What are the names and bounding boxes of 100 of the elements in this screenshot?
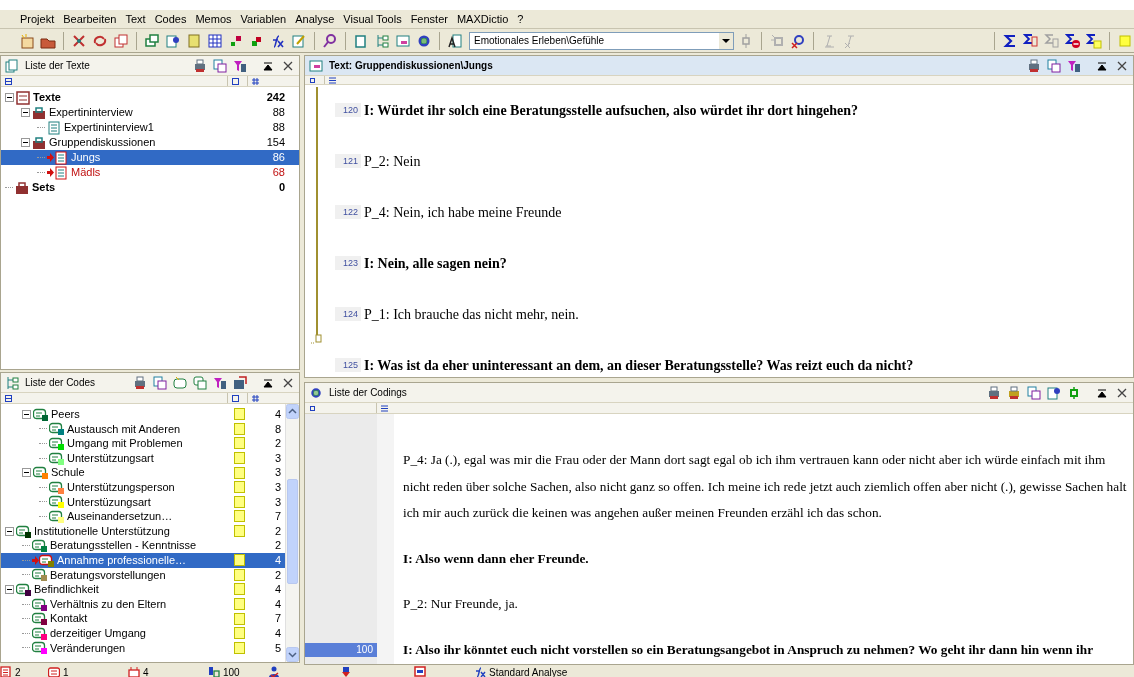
tree-row[interactable]: Beratungsvorstellungen 2 [1, 567, 285, 583]
briefcase-icon[interactable] [15, 180, 29, 195]
scroll-up-icon[interactable] [286, 404, 299, 419]
code-copy-icon[interactable] [193, 375, 207, 390]
scroll-down-icon[interactable] [286, 647, 299, 662]
function-icon[interactable] [474, 666, 486, 677]
menu-item[interactable]: Projekt [20, 10, 55, 28]
collapse-icon[interactable] [22, 409, 31, 419]
printer-icon[interactable] [1027, 58, 1041, 73]
tree-row[interactable]: Jungs 86 [1, 150, 299, 165]
export-icon[interactable] [1027, 385, 1041, 400]
cross-icon[interactable] [71, 32, 87, 49]
lines-icon[interactable] [329, 76, 336, 84]
tree-row[interactable]: Texte 242 [1, 90, 299, 105]
code-icon[interactable] [39, 553, 55, 567]
hash-icon[interactable] [252, 394, 259, 402]
coding-stripe-drawing[interactable] [311, 87, 323, 347]
menu-item[interactable]: Visual Tools [343, 10, 402, 28]
copy-icon[interactable] [113, 32, 129, 49]
menu-item[interactable]: Analyse [295, 10, 335, 28]
code-icon[interactable] [32, 612, 48, 626]
printer-icon[interactable] [193, 58, 207, 73]
import-icon[interactable] [340, 666, 352, 677]
document-icon[interactable] [54, 150, 68, 165]
collapse-icon[interactable] [21, 108, 30, 117]
document-icon[interactable] [395, 32, 411, 49]
code-icon[interactable] [16, 524, 32, 538]
export-icon[interactable] [213, 58, 227, 73]
briefcase-icon[interactable] [32, 105, 46, 120]
tree-row[interactable]: Befindlichkeit 4 [1, 582, 285, 597]
menu-item[interactable]: Bearbeiten [63, 10, 117, 28]
tree-icon[interactable] [374, 32, 390, 49]
printer-icon[interactable] [133, 375, 147, 390]
sigma-icon[interactable] [1086, 32, 1102, 49]
code-icon[interactable] [16, 582, 32, 596]
pin-icon[interactable] [1067, 385, 1081, 400]
tree-row[interactable]: Unterstüzungsart 3 [1, 494, 285, 510]
menu-item[interactable]: MAXDictio [456, 10, 509, 28]
lines-icon[interactable] [381, 404, 388, 412]
tree-row[interactable]: Mädls 68 [1, 165, 299, 180]
tree-row[interactable]: Peers 4 [1, 407, 285, 422]
menu-item[interactable]: ? [517, 10, 524, 28]
sigma-icon[interactable] [1023, 32, 1039, 49]
window-icon[interactable] [414, 666, 426, 677]
code-icon[interactable] [33, 407, 49, 421]
coding-icon[interactable] [128, 666, 140, 677]
tree-row[interactable]: Schule 3 [1, 465, 285, 480]
collapse-icon[interactable] [5, 584, 14, 594]
menu-item[interactable]: Memos [195, 10, 232, 28]
sigma-icon[interactable] [1002, 32, 1018, 49]
tree-row[interactable]: Unterstützungsperson 3 [1, 479, 285, 495]
funnel-icon[interactable] [213, 375, 227, 390]
collapse-icon[interactable] [21, 138, 30, 147]
windows-icon[interactable] [144, 32, 160, 49]
folder-icon[interactable] [16, 90, 30, 105]
edit-icon[interactable] [291, 32, 307, 49]
export-icon[interactable] [1047, 58, 1061, 73]
briefcase-icon[interactable] [32, 135, 46, 150]
tree-row[interactable]: Kontakt 7 [1, 611, 285, 626]
document-icon[interactable] [0, 666, 12, 677]
tree-row[interactable]: derzeitiger Umgang 4 [1, 625, 285, 641]
printer-icon[interactable] [987, 385, 1001, 400]
user-icon[interactable] [268, 666, 280, 677]
scroll-thumb[interactable] [287, 479, 298, 584]
tree-row[interactable]: Gruppendiskussionen 154 [1, 135, 299, 150]
hash-icon[interactable] [252, 77, 259, 85]
delete-icon[interactable] [790, 32, 806, 49]
tree-row[interactable]: Sets 0 [1, 180, 299, 195]
font-icon[interactable] [447, 32, 463, 49]
menu-item[interactable]: Text [125, 10, 146, 28]
window-icon[interactable] [233, 375, 247, 390]
printer-icon[interactable] [1007, 385, 1021, 400]
tree-row[interactable]: Expertininterview1 88 [1, 120, 299, 135]
code-add-icon[interactable] [173, 375, 187, 390]
square-icon[interactable] [232, 77, 239, 85]
collapse-icon[interactable] [22, 468, 31, 478]
tree-row[interactable]: Expertininterview 88 [1, 105, 299, 120]
search-icon[interactable] [322, 32, 338, 49]
code-tree-icon[interactable] [5, 375, 19, 390]
square-icon[interactable] [232, 394, 239, 402]
collapse-icon[interactable] [5, 526, 14, 536]
document-icon[interactable] [48, 666, 60, 677]
pin-icon[interactable] [309, 76, 316, 84]
collapse-icon[interactable] [5, 93, 14, 102]
tree-row[interactable]: Annahme professionelle… 4 [1, 552, 285, 568]
sort-icon[interactable] [5, 394, 12, 402]
weight-icon[interactable] [208, 666, 220, 677]
function-icon[interactable] [270, 32, 286, 49]
tree-row[interactable]: Verhältnis zu den Eltern 4 [1, 596, 285, 612]
document-gear-icon[interactable] [165, 32, 181, 49]
code-icon[interactable] [32, 597, 48, 611]
tree-row[interactable]: Unterstützungsart 3 [1, 450, 285, 466]
pin-icon[interactable] [309, 404, 316, 412]
tree-row[interactable]: Beratungsstellen - Kenntnisse 2 [1, 538, 285, 553]
menu-item[interactable]: Codes [154, 10, 187, 28]
export-icon[interactable] [153, 375, 167, 390]
document-gear-icon[interactable] [1047, 385, 1061, 400]
menu-item[interactable]: Fenster [410, 10, 448, 28]
tree-row[interactable]: Austausch mit Anderen 8 [1, 421, 285, 437]
tree-row[interactable]: Institutionelle Unterstützung 2 [1, 523, 285, 539]
